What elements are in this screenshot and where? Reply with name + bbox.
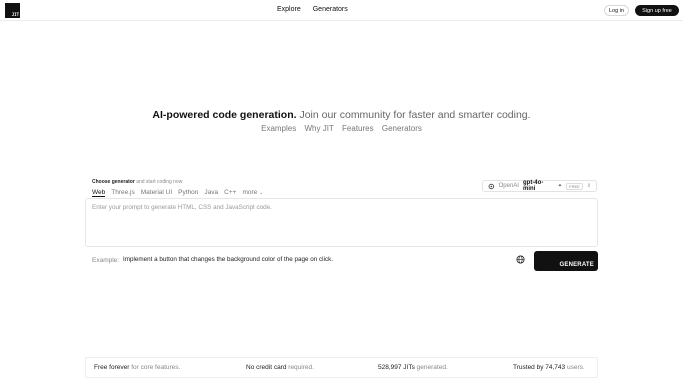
tab-python[interactable]: Python xyxy=(178,189,198,197)
tab-cpp[interactable]: C++ xyxy=(224,189,236,197)
stat-strong: Free forever xyxy=(94,364,130,371)
stat-strong: Trusted by 74,743 xyxy=(513,364,566,371)
tab-java[interactable]: Java xyxy=(204,189,218,197)
choose-generator-label: Choose generator and start coding now xyxy=(92,179,182,185)
chevron-updown-icon: ⇕ xyxy=(586,183,591,189)
model-name: gpt-4o-mini xyxy=(522,180,544,192)
stat-free-forever: Free forever for core features. xyxy=(94,364,180,371)
choose-generator-rest: and start coding now xyxy=(136,179,183,185)
hero-headline: AI-powered code generation. Join our com… xyxy=(0,109,683,121)
tab-material-ui[interactable]: Material UI xyxy=(141,189,172,197)
generator-tabs: Web Three.js Material UI Python Java C++… xyxy=(92,189,263,197)
tab-more[interactable]: more ⌄ xyxy=(242,189,263,197)
stat-trusted-by: Trusted by 74,743 users. xyxy=(513,364,585,371)
main-nav: Explore Generators xyxy=(277,6,348,13)
globe-icon[interactable] xyxy=(516,255,525,264)
example-label: Example: xyxy=(92,257,120,264)
hero-link-features[interactable]: Features xyxy=(342,124,374,133)
stat-rest: users. xyxy=(566,364,585,371)
hero-headline-strong: AI-powered code generation. xyxy=(152,109,297,121)
nav-explore[interactable]: Explore xyxy=(277,6,301,13)
stat-rest: for core features. xyxy=(131,364,181,371)
stat-strong: 528,997 JITs xyxy=(378,364,415,371)
jit-logo[interactable]: JIT xyxy=(5,3,20,18)
hero-link-generators[interactable]: Generators xyxy=(382,124,422,133)
hero-link-examples[interactable]: Examples xyxy=(261,124,296,133)
stat-rest: required. xyxy=(288,364,314,371)
tab-web[interactable]: Web xyxy=(92,189,106,197)
chevron-down-icon: ⌄ xyxy=(259,190,264,196)
model-selector[interactable]: OpenAI gpt-4o-mini ✦ FREE ⇕ xyxy=(482,180,597,192)
prompt-box xyxy=(85,198,598,247)
stats-bar: Free forever for core features. No credi… xyxy=(85,357,598,378)
openai-icon xyxy=(488,183,495,189)
choose-generator-strong: Choose generator xyxy=(92,179,135,185)
hero-links: Examples Why JIT Features Generators xyxy=(0,124,683,133)
generate-button[interactable]: GENERATE xyxy=(534,251,598,271)
logo-text: JIT xyxy=(11,12,19,17)
example-prompt[interactable]: Implement a button that changes the back… xyxy=(123,256,333,263)
free-badge: FREE xyxy=(566,182,583,190)
prompt-input[interactable] xyxy=(86,199,597,246)
stat-rest: generated. xyxy=(416,364,448,371)
tab-more-label: more xyxy=(242,189,258,196)
stat-jits-generated: 528,997 JITs generated. xyxy=(378,364,448,371)
login-button[interactable]: Log in xyxy=(604,5,629,16)
signup-button[interactable]: Sign up free xyxy=(635,5,679,16)
nav-generators[interactable]: Generators xyxy=(313,6,348,13)
top-header: JIT Explore Generators Log in Sign up fr… xyxy=(0,0,683,21)
tab-threejs[interactable]: Three.js xyxy=(111,189,134,197)
model-provider: OpenAI xyxy=(498,183,519,189)
stat-strong: No credit card xyxy=(246,364,287,371)
hero-link-why-jit[interactable]: Why JIT xyxy=(304,124,333,133)
stat-no-credit-card: No credit card required. xyxy=(246,364,314,371)
hero-headline-rest: Join our community for faster and smarte… xyxy=(299,109,531,121)
sparkle-icon: ✦ xyxy=(557,183,563,189)
